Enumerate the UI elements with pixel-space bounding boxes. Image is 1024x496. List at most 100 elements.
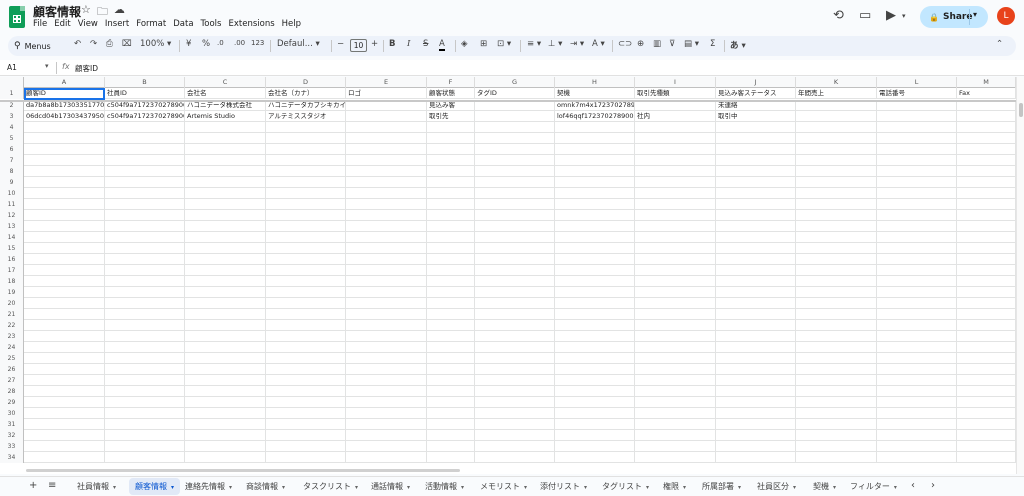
cell[interactable] — [877, 408, 957, 419]
cell[interactable] — [266, 155, 346, 166]
cell[interactable] — [346, 408, 427, 419]
cell[interactable] — [185, 243, 266, 254]
row-header[interactable]: 21 — [0, 309, 24, 320]
cell[interactable] — [24, 133, 105, 144]
cell[interactable] — [185, 232, 266, 243]
row-header[interactable]: 18 — [0, 276, 24, 287]
cell[interactable] — [555, 232, 635, 243]
horizontal-scrollbar[interactable] — [26, 469, 460, 472]
cell[interactable] — [266, 342, 346, 353]
cell[interactable] — [957, 210, 1016, 221]
cell[interactable] — [475, 133, 555, 144]
cell[interactable] — [105, 287, 185, 298]
menu-tools[interactable]: Tools — [201, 19, 222, 29]
cell[interactable] — [635, 342, 716, 353]
history-icon[interactable]: ⟲ — [833, 8, 844, 23]
menu-edit[interactable]: Edit — [54, 19, 70, 29]
cell[interactable] — [427, 353, 475, 364]
cell[interactable] — [796, 331, 877, 342]
text-rotation-icon[interactable]: A ▾ — [592, 39, 605, 49]
cell[interactable] — [475, 397, 555, 408]
cell[interactable]: 取引中 — [716, 111, 796, 122]
cell[interactable]: 会社名 — [185, 88, 266, 99]
row-header[interactable]: 12 — [0, 210, 24, 221]
cell[interactable] — [24, 144, 105, 155]
cell[interactable] — [346, 452, 427, 463]
cell[interactable] — [105, 188, 185, 199]
cell[interactable] — [796, 419, 877, 430]
cell[interactable] — [957, 243, 1016, 254]
cell[interactable] — [266, 199, 346, 210]
cell[interactable] — [105, 364, 185, 375]
cell[interactable] — [346, 221, 427, 232]
cell[interactable] — [716, 419, 796, 430]
sheet-tab-menu-icon[interactable]: ▾ — [894, 484, 897, 491]
cell[interactable] — [475, 298, 555, 309]
cell[interactable] — [957, 166, 1016, 177]
cell[interactable] — [716, 199, 796, 210]
cell[interactable] — [105, 375, 185, 386]
document-title[interactable]: 顧客情報 — [33, 3, 81, 20]
cell[interactable] — [24, 166, 105, 177]
cell[interactable] — [24, 199, 105, 210]
cell[interactable] — [346, 133, 427, 144]
share-button[interactable]: 🔒 Share ▾ — [920, 6, 988, 28]
cell[interactable] — [635, 166, 716, 177]
cell[interactable] — [24, 243, 105, 254]
cell[interactable] — [427, 199, 475, 210]
cell[interactable] — [957, 221, 1016, 232]
cell[interactable] — [716, 452, 796, 463]
merge-cells-icon[interactable]: ⊡ ▾ — [497, 39, 511, 49]
cell[interactable] — [24, 276, 105, 287]
cell[interactable] — [105, 232, 185, 243]
cell[interactable] — [346, 331, 427, 342]
scroll-tabs-right-icon[interactable]: › — [931, 480, 935, 491]
borders-icon[interactable]: ⊞ — [480, 39, 487, 49]
cell[interactable]: 顧客状態 — [427, 88, 475, 99]
cell[interactable] — [427, 265, 475, 276]
cell[interactable] — [957, 265, 1016, 276]
cell[interactable] — [346, 265, 427, 276]
cell[interactable]: 社内 — [635, 111, 716, 122]
cell[interactable] — [877, 221, 957, 232]
cell[interactable] — [635, 320, 716, 331]
cell[interactable] — [427, 221, 475, 232]
cell[interactable] — [266, 254, 346, 265]
cell[interactable] — [266, 386, 346, 397]
cell[interactable] — [635, 188, 716, 199]
cell[interactable] — [105, 386, 185, 397]
row-header[interactable]: 1 — [0, 88, 24, 99]
cell[interactable] — [796, 386, 877, 397]
cell[interactable] — [185, 122, 266, 133]
cell[interactable] — [185, 276, 266, 287]
cell[interactable] — [346, 309, 427, 320]
cell[interactable] — [475, 353, 555, 364]
cell[interactable] — [24, 177, 105, 188]
cell[interactable] — [185, 210, 266, 221]
cell[interactable] — [24, 122, 105, 133]
cell[interactable] — [266, 210, 346, 221]
cell[interactable] — [427, 243, 475, 254]
font-size-increase-button[interactable]: + — [371, 39, 378, 49]
cell[interactable] — [957, 375, 1016, 386]
cell[interactable]: アルテミススタジオ — [266, 111, 346, 122]
cell[interactable] — [877, 155, 957, 166]
cell[interactable] — [185, 221, 266, 232]
cell[interactable] — [105, 441, 185, 452]
cell[interactable] — [635, 441, 716, 452]
cell[interactable] — [716, 254, 796, 265]
cell[interactable] — [716, 287, 796, 298]
cell[interactable] — [796, 199, 877, 210]
cell[interactable] — [185, 144, 266, 155]
cell[interactable] — [635, 144, 716, 155]
cell[interactable] — [475, 320, 555, 331]
cell[interactable] — [877, 177, 957, 188]
cell[interactable]: 見込み客ステータス — [716, 88, 796, 99]
cell[interactable] — [555, 430, 635, 441]
cell[interactable] — [346, 276, 427, 287]
cell[interactable] — [555, 298, 635, 309]
cell[interactable] — [796, 122, 877, 133]
cell[interactable] — [185, 298, 266, 309]
cell[interactable] — [555, 375, 635, 386]
cell[interactable] — [555, 276, 635, 287]
